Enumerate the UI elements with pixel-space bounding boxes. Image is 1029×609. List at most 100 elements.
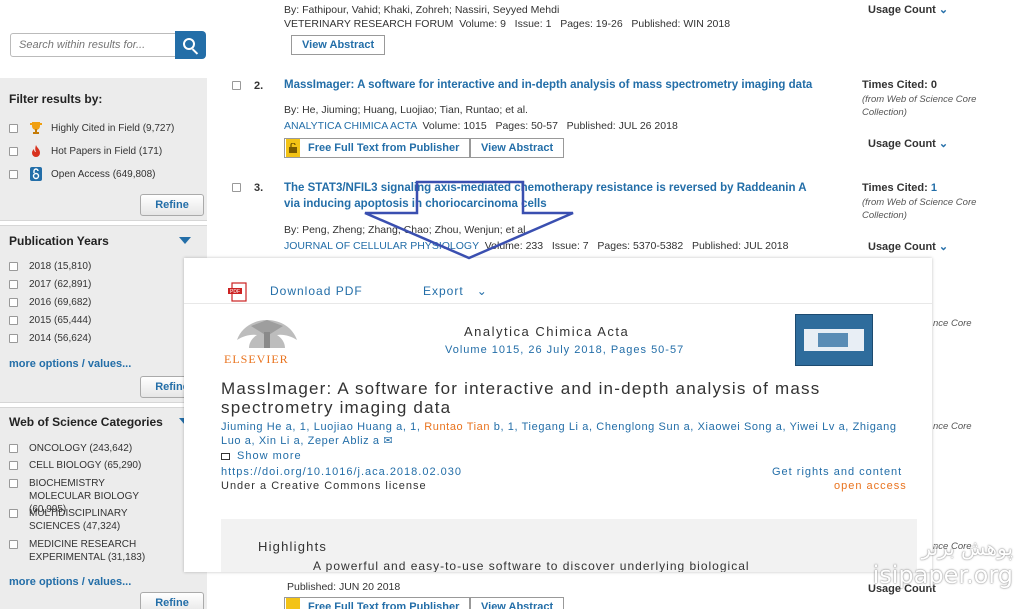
checkbox[interactable] <box>9 334 18 343</box>
year-option[interactable]: 2016 (69,682) <box>9 297 91 308</box>
checkbox[interactable] <box>9 262 18 271</box>
times-cited-label: Times Cited: <box>862 182 931 194</box>
result-number: 2. <box>254 80 264 92</box>
more-options-link[interactable]: more options / values... <box>9 358 131 370</box>
search-button[interactable] <box>175 31 206 59</box>
view-abstract-button[interactable]: View Abstract <box>291 35 386 55</box>
result-published: Published: JUN 20 2018 <box>287 581 401 593</box>
year-option[interactable]: 2017 (62,891) <box>9 279 91 290</box>
year-option[interactable]: 2015 (65,444) <box>9 315 91 326</box>
open-access-lock-icon <box>286 139 300 157</box>
show-more-toggle[interactable]: Show more <box>221 450 302 462</box>
free-full-text-button[interactable]: Free Full Text from Publisher <box>284 138 471 158</box>
search-area <box>0 0 207 78</box>
volume-link[interactable]: Volume 1015, 26 July 2018, Pages 50-57 <box>445 344 684 356</box>
rights-link[interactable]: Get rights and content <box>772 466 902 478</box>
publication-years-panel: Publication Years 2018 (15,810) 2017 (62… <box>0 226 207 404</box>
checkbox[interactable] <box>9 169 18 179</box>
checkbox[interactable] <box>9 280 18 289</box>
elsevier-logo: ELSEVIER <box>221 314 313 366</box>
filter-open-access[interactable]: Open Access (649,808) <box>9 167 156 181</box>
category-option[interactable]: ONCOLOGY (243,642) <box>9 443 132 454</box>
watermark-url: isipaper.org <box>872 561 1013 589</box>
view-abstract-button[interactable]: View Abstract <box>470 138 565 158</box>
usage-count-toggle[interactable]: Usage Count ⌄ <box>868 240 948 253</box>
year-label: 2016 (69,682) <box>29 297 92 308</box>
year-option[interactable]: 2018 (15,810) <box>9 261 91 272</box>
wos-categories-title: Web of Science Categories <box>9 415 163 429</box>
year-label: 2015 (65,444) <box>29 315 92 326</box>
highlights-title: Highlights <box>258 539 328 554</box>
license-text: Under a Creative Commons license <box>221 480 427 492</box>
result-journal-line: ANALYTICA CHIMICA ACTA Volume: 1015 Page… <box>284 120 678 132</box>
usage-count-toggle[interactable]: Usage Count ⌄ <box>868 137 948 150</box>
highlighted-author[interactable]: Runtao Tian <box>424 421 490 433</box>
free-full-text-label: Free Full Text from Publisher <box>308 601 460 609</box>
refine-button[interactable]: Refine <box>140 194 204 216</box>
result-checkbox[interactable] <box>232 81 241 90</box>
checkbox[interactable] <box>9 444 18 453</box>
article-authors: Jiuming He a, 1, Luojiao Huang a, 1, Run… <box>221 420 911 448</box>
result-authors: By: He, Jiuming; Huang, Luojiao; Tian, R… <box>284 104 528 116</box>
view-abstract-button[interactable]: View Abstract <box>470 597 565 609</box>
checkbox[interactable] <box>9 461 18 470</box>
checkbox[interactable] <box>9 123 18 133</box>
open-access-lock-icon <box>286 598 300 609</box>
filter-hot-papers[interactable]: Hot Papers in Field (171) <box>9 144 162 158</box>
filter-label: Highly Cited in Field (9,727) <box>51 122 175 134</box>
refine-button[interactable]: Refine <box>140 592 204 609</box>
site-watermark: پوهش برتر isipaper.org <box>843 535 1013 589</box>
checkbox[interactable] <box>9 540 18 549</box>
export-label: Export <box>423 284 464 298</box>
highlights-box: Highlights A powerful and easy-to-use so… <box>221 519 917 572</box>
elsevier-wordmark: ELSEVIER <box>224 352 289 366</box>
doi-link[interactable]: https://doi.org/10.1016/j.aca.2018.02.03… <box>221 466 462 478</box>
checkbox[interactable] <box>9 146 18 156</box>
article-title: MassImager: A software for interactive a… <box>221 379 821 417</box>
result-title-link[interactable]: MassImager: A software for interactive a… <box>284 77 812 93</box>
usage-label: Usage Count <box>868 241 936 253</box>
result-journal-line: VETERINARY RESEARCH FORUM Volume: 9 Issu… <box>284 18 730 30</box>
collapse-triangle-icon[interactable] <box>179 237 191 244</box>
checkbox[interactable] <box>9 316 18 325</box>
search-icon <box>183 37 195 50</box>
download-pdf-link[interactable]: Download PDF <box>270 284 363 298</box>
flame-icon <box>29 144 43 158</box>
checkbox[interactable] <box>9 298 18 307</box>
category-option[interactable]: CELL BIOLOGY (65,290) <box>9 460 141 471</box>
times-cited: Times Cited: 1 <box>862 182 937 194</box>
chevron-down-icon: ⌄ <box>938 241 949 253</box>
result-checkbox[interactable] <box>232 183 241 192</box>
expand-icon <box>221 452 230 460</box>
open-access-lock-icon <box>29 167 43 181</box>
journal-meta: Volume: 9 Issue: 1 Pages: 19-26 Publishe… <box>453 18 731 30</box>
year-label: 2018 (15,810) <box>29 261 92 272</box>
filter-label: Hot Papers in Field (171) <box>51 145 163 157</box>
search-within-input[interactable] <box>10 33 176 57</box>
show-more-label: Show more <box>237 450 302 462</box>
email-icon[interactable]: ✉ <box>383 435 393 447</box>
category-option[interactable]: MULTIDISCIPLINARY SCIENCES (47,324) <box>9 507 179 533</box>
checkbox[interactable] <box>9 479 18 488</box>
result-number: 3. <box>254 182 264 194</box>
filter-title: Filter results by: <box>9 92 103 106</box>
free-full-text-button[interactable]: Free Full Text from Publisher <box>284 597 471 609</box>
checkbox[interactable] <box>9 509 18 518</box>
journal-title: Analytica Chimica Acta <box>464 324 630 339</box>
export-menu[interactable]: Export ⌄ <box>423 284 488 298</box>
category-label: CELL BIOLOGY (65,290) <box>29 460 142 471</box>
open-access-label: open access <box>834 480 907 492</box>
times-cited-source: (from Web of Science Core Collection) <box>862 94 977 118</box>
publication-years-title: Publication Years <box>9 234 109 248</box>
times-cited-value[interactable]: 1 <box>931 182 937 194</box>
journal-name-link[interactable]: ANALYTICA CHIMICA ACTA <box>284 120 417 132</box>
category-label: ONCOLOGY (243,642) <box>29 443 133 454</box>
category-option[interactable]: MEDICINE RESEARCH EXPERIMENTAL (31,183) <box>9 538 159 564</box>
usage-label: Usage Count <box>868 4 936 16</box>
authors-list[interactable]: Jiuming He a, 1, Luojiao Huang a, 1, <box>221 421 424 433</box>
times-cited-source-fragment: nce Core <box>933 421 972 432</box>
year-option[interactable]: 2014 (56,624) <box>9 333 91 344</box>
more-options-link[interactable]: more options / values... <box>9 576 131 588</box>
filter-highly-cited[interactable]: Highly Cited in Field (9,727) <box>9 121 174 135</box>
usage-count-toggle[interactable]: Usage Count ⌄ <box>868 3 948 16</box>
